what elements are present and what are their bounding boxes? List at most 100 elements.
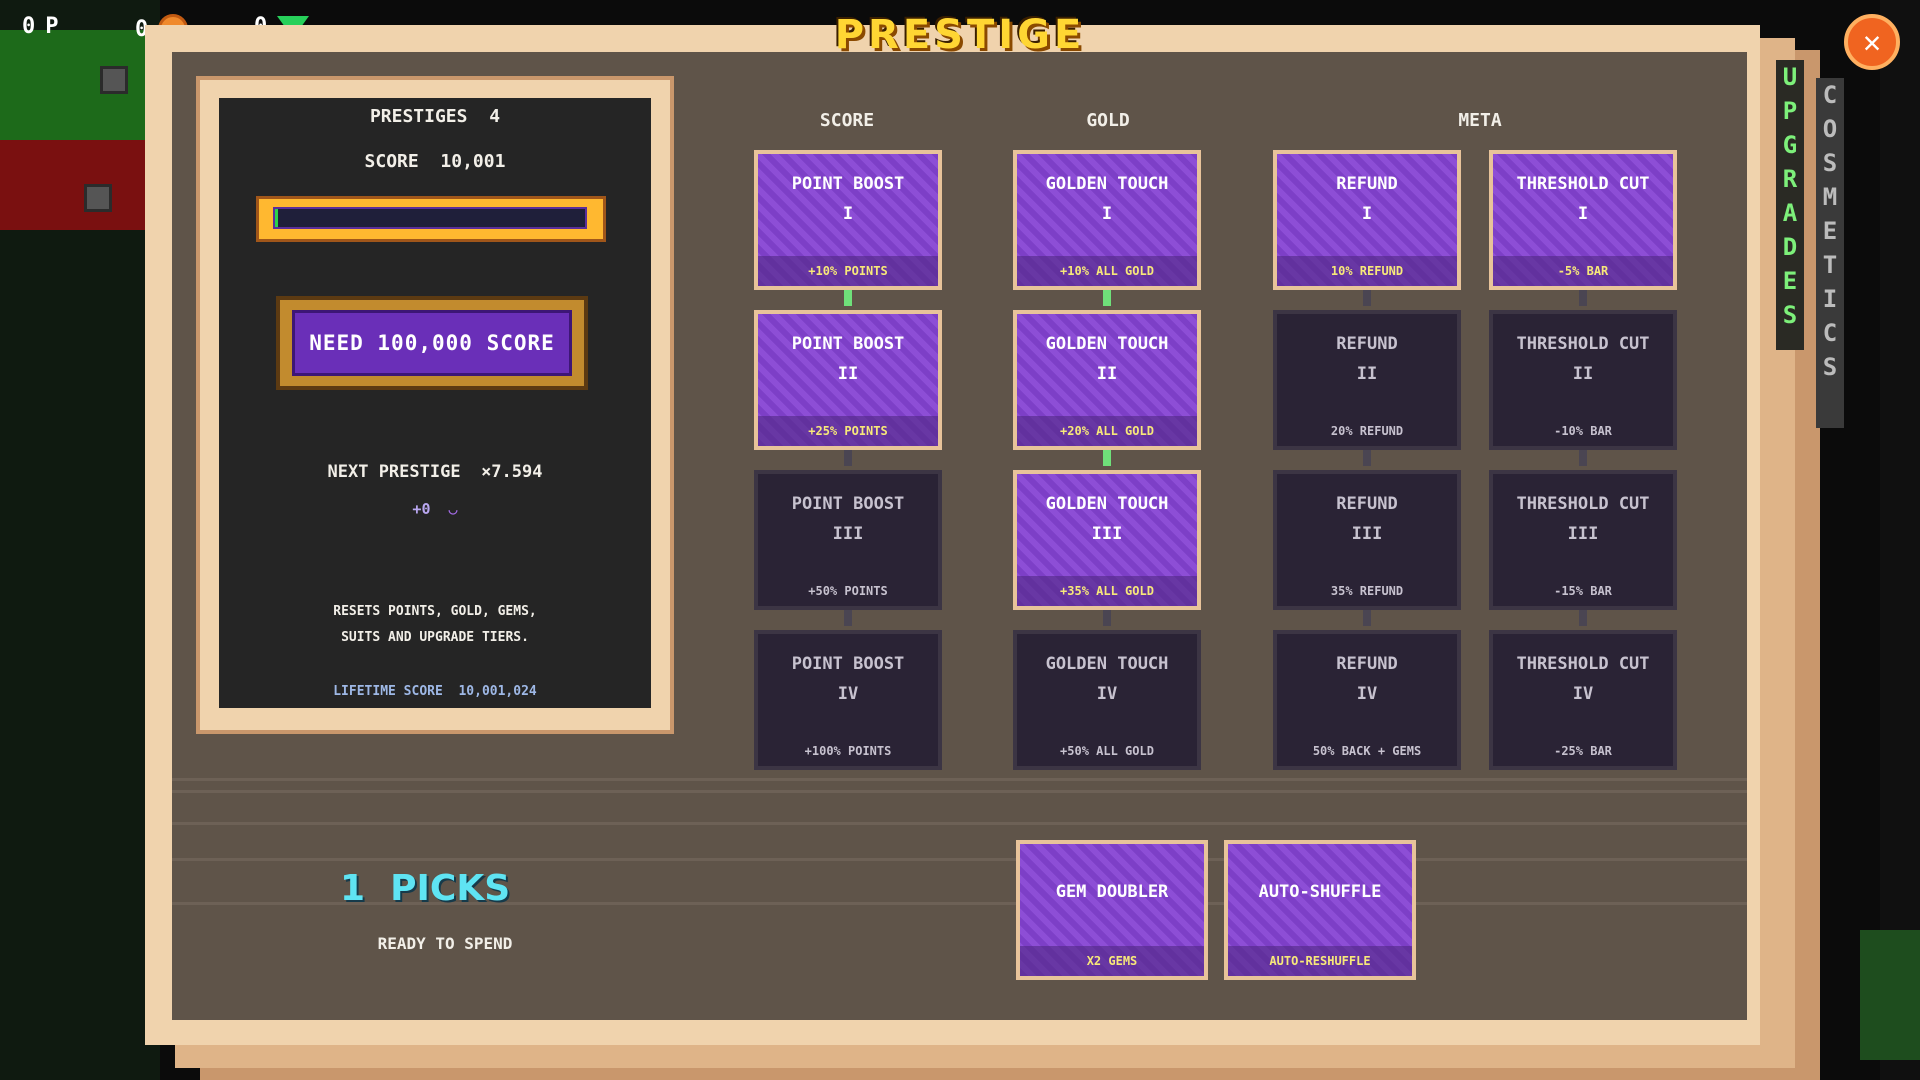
upgrade-tier: I [842, 204, 854, 224]
upgrade-bonus: +20% ALL GOLD [1017, 416, 1197, 446]
upgrade-bonus: +50% POINTS [808, 584, 888, 598]
upgrade-tier: II [837, 364, 859, 384]
upgrade-tier: II [1096, 364, 1118, 384]
divider [172, 858, 1747, 861]
upgrade-bonus: -15% BAR [1554, 584, 1612, 598]
prestiges-line: PRESTIGES 4 [219, 106, 651, 127]
column-header-meta: META [1458, 110, 1502, 131]
score-value: 10,001 [440, 151, 506, 172]
upgrade-bonus: 50% BACK + GEMS [1312, 744, 1422, 758]
upgrade-node-score-4[interactable]: POINT BOOST IV +100% POINTS [754, 630, 942, 770]
divider [172, 790, 1747, 793]
tab-cosmetics-letter: M [1822, 183, 1838, 211]
upgrade-name: GEM DOUBLER [1055, 882, 1169, 902]
tab-upgrades-letter: G [1782, 131, 1798, 159]
upgrade-node-gold-2[interactable]: GOLDEN TOUCH II +20% ALL GOLD [1013, 310, 1201, 450]
upgrade-tier: III [832, 524, 864, 544]
progress-fill [275, 209, 279, 227]
upgrade-bonus: +10% ALL GOLD [1017, 256, 1197, 286]
tab-cosmetics-letter: E [1822, 217, 1838, 245]
upgrade-name: GOLDEN TOUCH [1045, 334, 1169, 354]
upgrade-name: POINT BOOST [791, 334, 905, 354]
picks-label: PICKS [390, 868, 511, 909]
upgrade-tier: III [1351, 524, 1383, 544]
upgrade-node-extra-2[interactable]: AUTO-SHUFFLE AUTO-RESHUFFLE [1224, 840, 1416, 980]
upgrade-bonus: -25% BAR [1554, 744, 1612, 758]
upgrade-tier: III [1091, 524, 1123, 544]
upgrade-name: REFUND [1336, 174, 1398, 194]
upgrade-node-score-3[interactable]: POINT BOOST III +50% POINTS [754, 470, 942, 610]
prestige-progress-bar [256, 196, 606, 242]
tab-upgrades-letter: S [1782, 301, 1798, 329]
upgrade-bonus: -10% BAR [1554, 424, 1612, 438]
upgrade-node-gold-4[interactable]: GOLDEN TOUCH IV +50% ALL GOLD [1013, 630, 1201, 770]
tab-upgrades-letter: P [1782, 97, 1798, 125]
tab-cosmetics-letter: C [1822, 81, 1838, 109]
upgrade-node-refund-1[interactable]: REFUND I 10% REFUND [1273, 150, 1461, 290]
reset-note-1: RESETS POINTS, GOLD, GEMS, [333, 604, 537, 619]
upgrade-name: AUTO-SHUFFLE [1258, 882, 1382, 902]
upgrade-name: GOLDEN TOUCH [1045, 174, 1169, 194]
score-label: SCORE [364, 151, 419, 172]
picks-count: 1 PICKS [340, 868, 510, 909]
upgrade-node-threshold-1[interactable]: THRESHOLD CUT I -5% BAR [1489, 150, 1677, 290]
upgrade-tier: I [1101, 204, 1113, 224]
upgrade-bonus: +25% POINTS [758, 416, 938, 446]
upgrade-node-gold-1[interactable]: GOLDEN TOUCH I +10% ALL GOLD [1013, 150, 1201, 290]
upgrade-node-refund-2[interactable]: REFUND II 20% REFUND [1273, 310, 1461, 450]
gain-value: +0 [412, 500, 431, 518]
upgrade-name: REFUND [1336, 494, 1398, 514]
tree-connector [844, 450, 852, 466]
upgrade-node-gold-3[interactable]: GOLDEN TOUCH III +35% ALL GOLD [1013, 470, 1201, 610]
upgrade-tier: IV [1096, 684, 1118, 704]
upgrade-node-refund-3[interactable]: REFUND III 35% REFUND [1273, 470, 1461, 610]
upgrade-name: THRESHOLD CUT [1516, 654, 1650, 674]
upgrade-bonus: 35% REFUND [1330, 584, 1404, 598]
upgrade-tier: II [1572, 364, 1594, 384]
upgrade-tier: I [1361, 204, 1373, 224]
tree-connector [1579, 290, 1587, 306]
lifetime-line: LIFETIME SCORE 10,001,024 [219, 684, 651, 699]
prestige-token-icon: ◡ [448, 500, 458, 518]
tree-connector [1579, 610, 1587, 626]
upgrade-bonus: 20% REFUND [1330, 424, 1404, 438]
upgrade-node-refund-4[interactable]: REFUND IV 50% BACK + GEMS [1273, 630, 1461, 770]
upgrade-name: GOLDEN TOUCH [1045, 654, 1169, 674]
lifetime-value: 10,001,024 [458, 684, 537, 699]
upgrade-node-extra-1[interactable]: GEM DOUBLER X2 GEMS [1016, 840, 1208, 980]
tab-cosmetics[interactable]: COSMETICS [1816, 78, 1844, 428]
tab-upgrades-letter: E [1782, 267, 1798, 295]
upgrade-bonus: -5% BAR [1493, 256, 1673, 286]
background-right [1880, 0, 1920, 1080]
next-prestige-label: NEXT PRESTIGE [327, 462, 461, 482]
gain-line: +0 ◡ [219, 500, 651, 518]
tab-upgrades[interactable]: UPGRADES [1776, 60, 1804, 350]
upgrade-name: THRESHOLD CUT [1516, 334, 1650, 354]
upgrade-name: REFUND [1336, 654, 1398, 674]
upgrade-tier: IV [837, 684, 859, 704]
upgrade-tier: IV [1356, 684, 1378, 704]
upgrade-bonus: +10% POINTS [758, 256, 938, 286]
close-button[interactable]: ✕ [1844, 14, 1900, 70]
picks-number: 1 [340, 868, 366, 909]
column-header-score: SCORE [819, 110, 875, 131]
prestige-button[interactable]: NEED 100,000 SCORE [276, 296, 588, 390]
column-header-gold: GOLD [1086, 110, 1130, 131]
upgrade-node-score-2[interactable]: POINT BOOST II +25% POINTS [754, 310, 942, 450]
tab-cosmetics-letter: S [1822, 149, 1838, 177]
next-prestige-value: ×7.594 [481, 462, 543, 482]
upgrade-node-threshold-2[interactable]: THRESHOLD CUT II -10% BAR [1489, 310, 1677, 450]
picks-subtitle: READY TO SPEND [377, 934, 513, 953]
upgrade-node-score-1[interactable]: POINT BOOST I +10% POINTS [754, 150, 942, 290]
tab-upgrades-letter: D [1782, 233, 1798, 261]
upgrade-bonus: +50% ALL GOLD [1060, 744, 1154, 758]
upgrade-node-threshold-4[interactable]: THRESHOLD CUT IV -25% BAR [1489, 630, 1677, 770]
upgrade-bonus: +100% POINTS [804, 744, 892, 758]
tree-connector [844, 610, 852, 626]
upgrade-node-threshold-3[interactable]: THRESHOLD CUT III -15% BAR [1489, 470, 1677, 610]
progress-track [273, 207, 587, 229]
upgrade-name: THRESHOLD CUT [1516, 174, 1650, 194]
page-title: PRESTIGE [834, 12, 1086, 58]
divider [172, 822, 1747, 825]
tab-cosmetics-letter: O [1822, 115, 1838, 143]
